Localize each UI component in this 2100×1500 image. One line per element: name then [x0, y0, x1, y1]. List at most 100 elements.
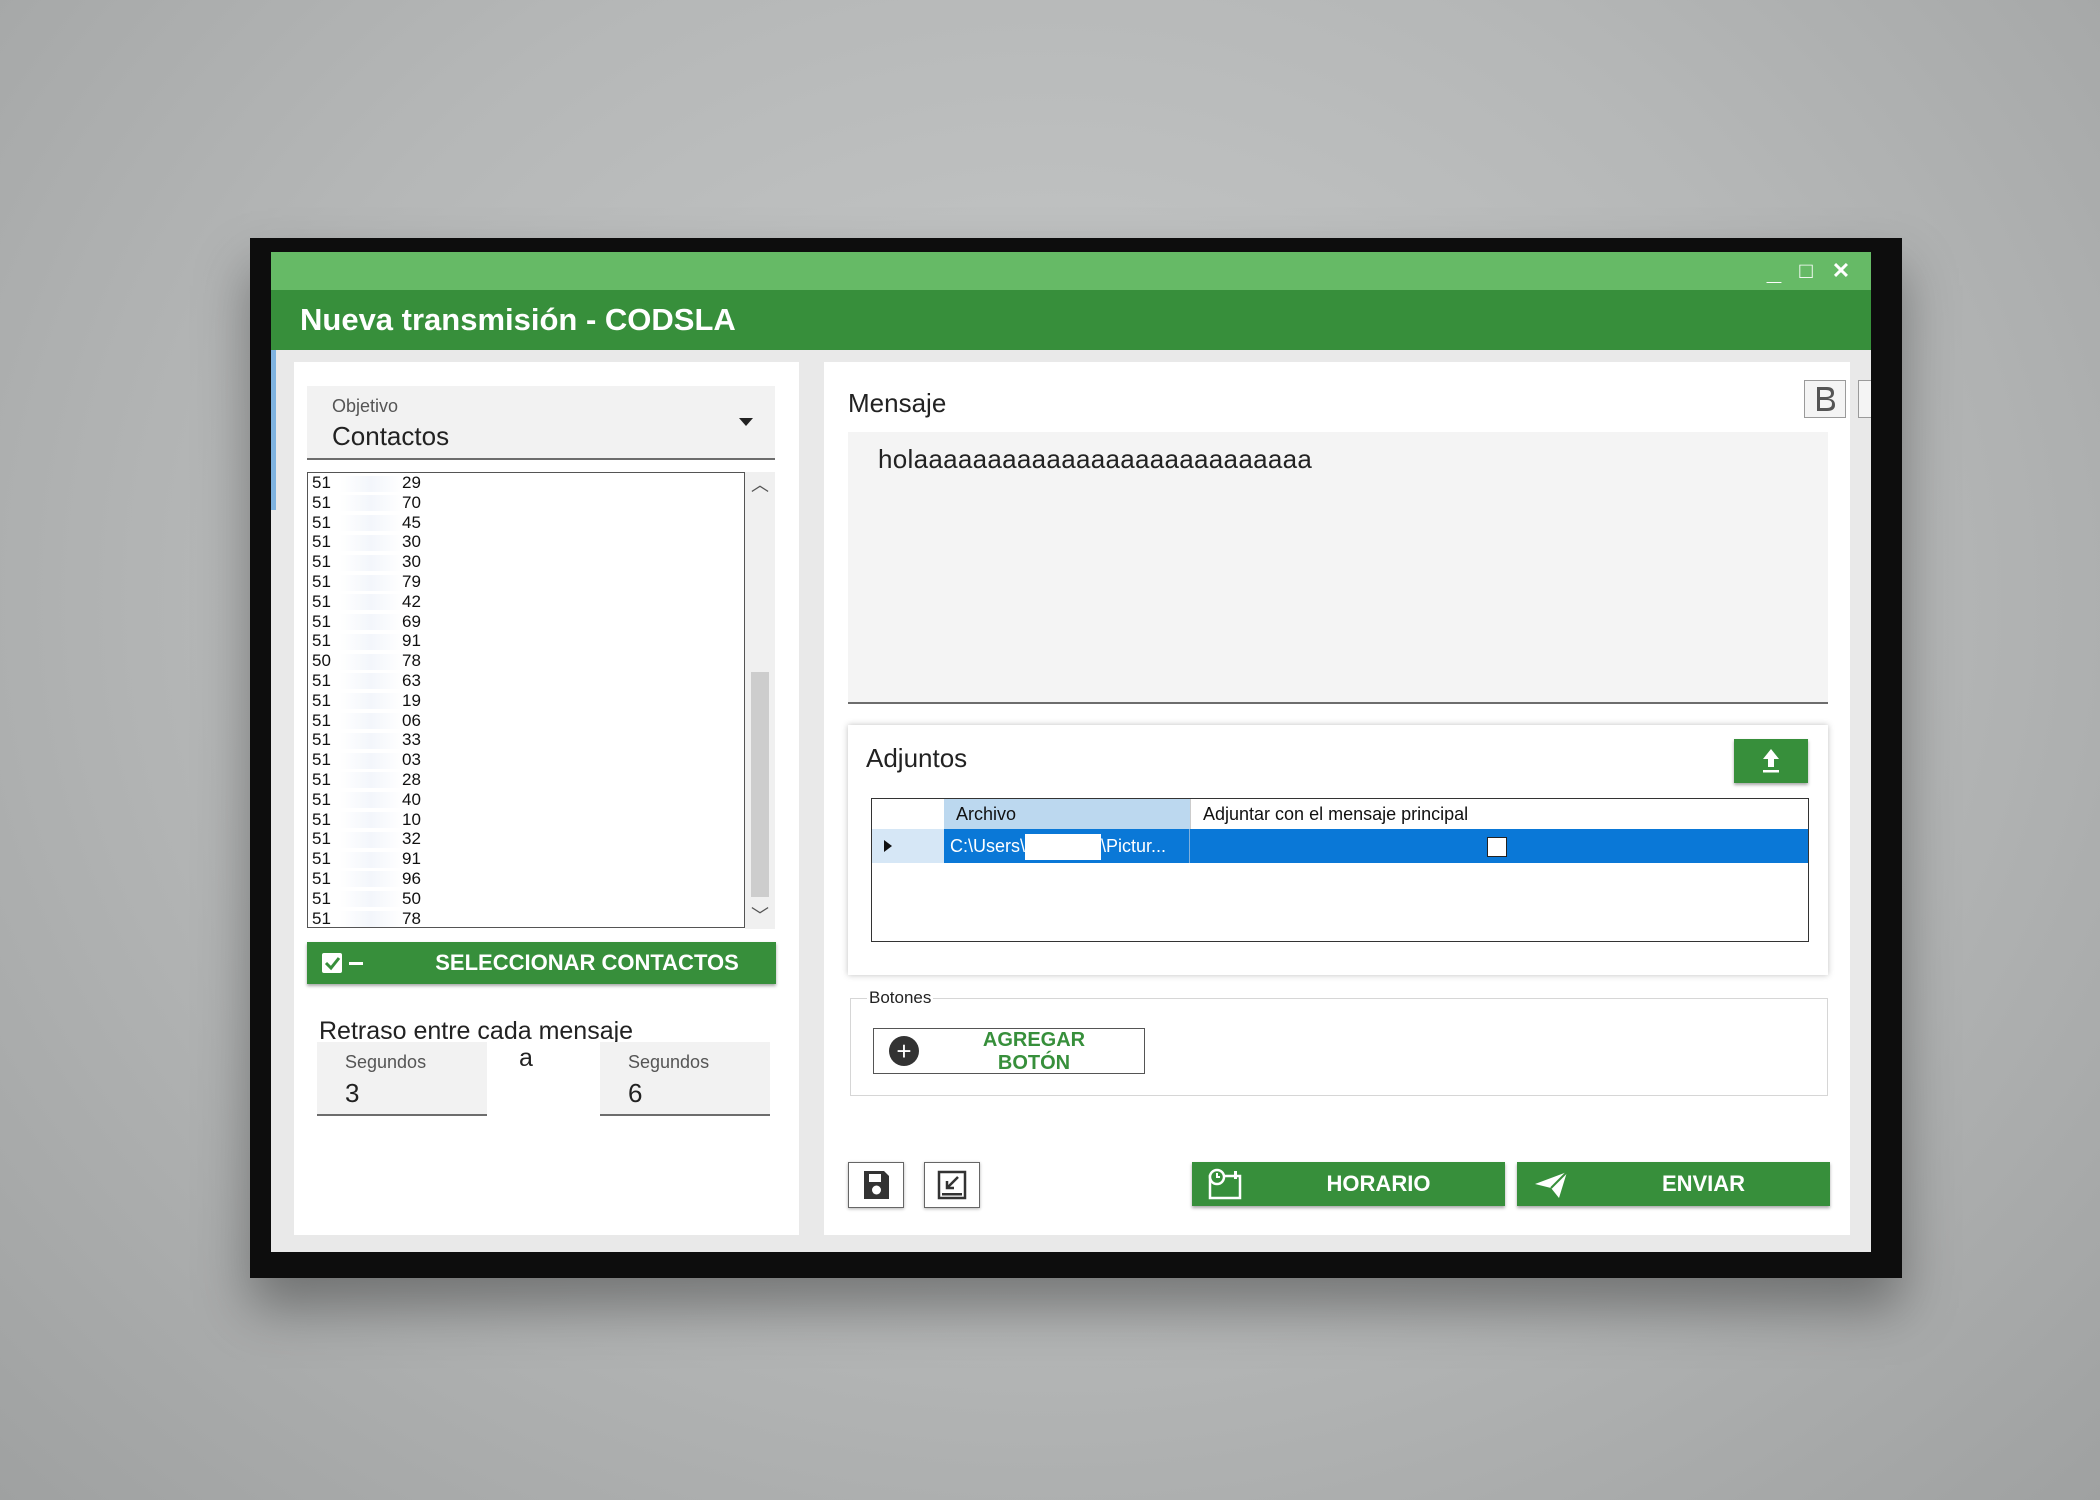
contact-prefix: 51 [312, 631, 331, 651]
right-panel: Mensaje holaaaaaaaaaaaaaaaaaaaaaaaaaaa A… [824, 362, 1871, 1235]
row-selector[interactable] [872, 829, 944, 863]
redacted-number [340, 614, 402, 631]
contact-suffix: 42 [402, 591, 421, 611]
redacted-number [340, 732, 402, 749]
italic-button[interactable] [1858, 380, 1871, 418]
contact-suffix: 96 [402, 868, 421, 888]
minimize-icon[interactable]: _ [1757, 254, 1791, 288]
delay-separator: a [519, 1044, 533, 1072]
delay-to-value: 6 [628, 1078, 643, 1108]
list-item[interactable]: 51 45 [308, 513, 744, 533]
contact-suffix: 32 [402, 829, 421, 849]
scroll-thumb[interactable] [751, 672, 769, 897]
contact-suffix: 63 [402, 670, 421, 690]
contacts-list[interactable]: 51 29 51 70 51 45 51 30 51 30 51 79 51 42 51 69 51 91 50 78… [307, 472, 745, 928]
message-textarea[interactable]: holaaaaaaaaaaaaaaaaaaaaaaaaaaa [848, 432, 1828, 704]
contact-prefix: 51 [312, 829, 331, 849]
redacted-number [340, 693, 402, 710]
message-label: Mensaje [848, 388, 947, 418]
list-item[interactable]: 51 28 [308, 770, 744, 790]
list-item[interactable]: 51 79 [308, 572, 744, 592]
contact-suffix: 10 [402, 809, 421, 829]
grid-row-header-blank [872, 799, 945, 829]
redacted-number [340, 851, 402, 868]
list-item[interactable]: 51 50 [308, 889, 744, 909]
list-item[interactable]: 51 32 [308, 829, 744, 849]
bold-button[interactable] [1804, 380, 1846, 418]
list-item[interactable]: 51 33 [308, 730, 744, 750]
list-item[interactable]: 51 91 [308, 849, 744, 869]
save-button[interactable] [848, 1162, 904, 1208]
contact-suffix: 33 [402, 730, 421, 750]
chevron-down-icon [739, 418, 753, 426]
close-icon[interactable]: ✕ [1824, 254, 1858, 288]
list-item[interactable]: 51 29 [308, 473, 744, 493]
list-item[interactable]: 51 19 [308, 691, 744, 711]
redacted-number [340, 594, 402, 611]
list-item[interactable]: 51 91 [308, 631, 744, 651]
list-item[interactable]: 51 06 [308, 711, 744, 731]
redacted-number [340, 475, 402, 492]
scroll-up-icon[interactable]: ︿ [745, 472, 775, 498]
list-item[interactable]: 51 96 [308, 869, 744, 889]
redacted-number [340, 653, 402, 670]
upload-button[interactable] [1734, 739, 1808, 783]
redacted-number [340, 515, 402, 532]
objetivo-dropdown[interactable]: Objetivo Contactos [307, 386, 775, 460]
list-item[interactable]: 51 63 [308, 671, 744, 691]
schedule-button[interactable]: HORARIO [1192, 1162, 1505, 1206]
app-window: _ □ ✕ Nueva transmisión - CODSLA Objetiv… [271, 252, 1871, 1252]
list-item[interactable]: 51 30 [308, 532, 744, 552]
list-item[interactable]: 51 03 [308, 750, 744, 770]
contact-suffix: 78 [402, 908, 421, 928]
window-title-strip: _ □ ✕ [271, 252, 1871, 290]
list-item[interactable]: 51 42 [308, 592, 744, 612]
contact-prefix: 51 [312, 868, 331, 888]
left-panel: Objetivo Contactos 51 29 51 70 51 45 51 30 51 30 5… [294, 362, 799, 1235]
schedule-label: HORARIO [1326, 1171, 1431, 1196]
list-item[interactable]: 51 69 [308, 612, 744, 632]
save-icon [864, 1171, 889, 1199]
delay-from-field[interactable]: Segundos 3 [317, 1042, 487, 1116]
redacted-username [1025, 834, 1102, 861]
list-item[interactable]: 51 10 [308, 810, 744, 830]
contacts-scrollbar[interactable]: ︿ ﹀ [745, 472, 775, 929]
redacted-number [340, 772, 402, 789]
send-button[interactable]: ENVIAR [1517, 1162, 1830, 1206]
contact-prefix: 51 [312, 571, 331, 591]
contact-prefix: 51 [312, 769, 331, 789]
contact-suffix: 91 [402, 631, 421, 651]
add-button-button[interactable]: + AGREGAR BOTÓN [873, 1028, 1145, 1074]
list-item[interactable]: 51 30 [308, 552, 744, 572]
objetivo-label: Objetivo [332, 396, 399, 416]
select-contacts-button[interactable]: SELECCIONAR CONTACTOS [307, 942, 776, 984]
table-row[interactable]: C:\Users\ \Pictur... [872, 829, 1808, 863]
export-button[interactable] [924, 1162, 980, 1208]
list-item[interactable]: 51 78 [308, 908, 744, 928]
grid-header-file[interactable]: Archivo [944, 799, 1190, 829]
delay-to-field[interactable]: Segundos 6 [600, 1042, 770, 1116]
redacted-number [340, 911, 402, 927]
contact-prefix: 51 [312, 849, 331, 869]
add-circle-icon: + [889, 1036, 919, 1066]
row-pointer-icon [884, 840, 892, 852]
list-item[interactable]: 51 40 [308, 790, 744, 810]
contact-prefix: 51 [312, 512, 331, 532]
contact-suffix: 29 [402, 473, 421, 492]
contact-prefix: 51 [312, 611, 331, 631]
select-contacts-label: SELECCIONAR CONTACTOS [435, 950, 739, 975]
list-item[interactable]: 51 70 [308, 493, 744, 513]
contact-suffix: 40 [402, 789, 421, 809]
redacted-number [340, 633, 402, 650]
attachments-grid[interactable]: Archivo Adjuntar con el mensaje principa… [871, 798, 1809, 942]
attach-main-checkbox[interactable] [1487, 837, 1507, 857]
list-item[interactable]: 50 78 [308, 651, 744, 671]
maximize-icon[interactable]: □ [1789, 254, 1823, 288]
scroll-down-icon[interactable]: ﹀ [745, 903, 775, 929]
grid-header-attach[interactable]: Adjuntar con el mensaje principal [1190, 799, 1806, 829]
contact-prefix: 51 [312, 591, 331, 611]
attachment-path[interactable]: C:\Users\ \Pictur... [944, 829, 1190, 863]
contact-suffix: 06 [402, 710, 421, 730]
delay-from-label: Segundos [345, 1052, 427, 1072]
contact-suffix: 28 [402, 769, 421, 789]
